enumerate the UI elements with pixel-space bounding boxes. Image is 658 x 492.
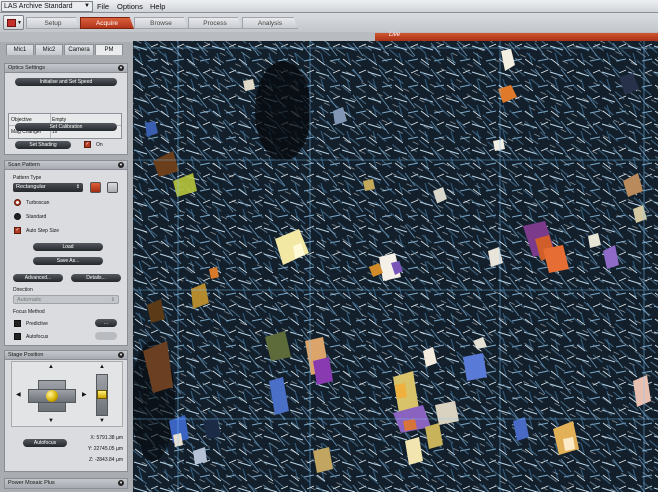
tab-process[interactable]: Process (188, 17, 242, 29)
tab-analysis[interactable]: Analysis (242, 17, 298, 29)
load-button[interactable]: Load (33, 243, 103, 251)
menu-help[interactable]: Help (150, 1, 165, 12)
power-mosaic-header[interactable]: Power Mosaic Plus ▼ (5, 479, 127, 488)
tab-mic2[interactable]: Mic2 (35, 44, 63, 55)
arrow-right-icon[interactable]: ▶ (82, 391, 87, 398)
microscope-image (133, 41, 658, 492)
pattern-type-label: Pattern Type (13, 175, 42, 181)
optics-settings-section: Optics Settings ▼ Initialise and Set Spe… (4, 63, 128, 155)
application-title: LAS Archive Standard (4, 3, 73, 10)
turboscan-label: Turboscan (26, 200, 50, 206)
arrow-down-icon[interactable]: ▼ (48, 418, 54, 424)
collapse-circle-icon[interactable]: ▼ (118, 480, 124, 486)
autofocus-options-button (95, 332, 117, 340)
autofocus-label: Autofocus (26, 334, 49, 340)
autofocus-checkbox[interactable] (14, 333, 21, 340)
optics-settings-title: Optics Settings (8, 65, 45, 71)
optics-settings-header[interactable]: Optics Settings ▼ (5, 64, 127, 73)
stage-x-coordinate: X: 5791.38 µm (90, 435, 123, 441)
details-button[interactable]: Details... (71, 274, 121, 282)
menu-bar: LAS Archive Standard ▼ File Options Help (0, 0, 658, 13)
chevron-down-icon: ⇕ (75, 184, 80, 190)
save-as-button[interactable]: Save As... (33, 257, 103, 265)
z-up-icon[interactable]: ▲ (99, 364, 105, 370)
live-label: Live (389, 32, 401, 38)
advanced-button[interactable]: Advanced... (13, 274, 63, 282)
tab-mic1[interactable]: Mic1 (6, 44, 34, 55)
pattern-list-icon[interactable] (107, 182, 118, 193)
power-mosaic-section: Power Mosaic Plus ▼ (4, 478, 128, 489)
direction-label: Direction (13, 287, 33, 293)
pattern-type-value: Rectangular (16, 184, 46, 190)
predictive-label: Predictive (26, 321, 48, 327)
application-icon (7, 19, 16, 27)
turboscan-radio[interactable] (14, 199, 21, 206)
initialise-speed-button[interactable]: Initialise and Set Speed (15, 78, 117, 86)
workflow-tab-bar: ▼ Setup Acquire Browse Process Analysis (0, 13, 658, 32)
stage-joystick-area: ▲ ▼ ◀ ▶ ▲ ▼ (11, 361, 123, 427)
predictive-checkbox[interactable] (14, 320, 21, 327)
shading-on-checkbox[interactable]: ✓ (84, 141, 91, 148)
pattern-grid-icon[interactable] (90, 182, 101, 193)
tab-acquire[interactable]: Acquire (80, 17, 134, 29)
chevron-down-icon: ▼ (84, 3, 90, 9)
auto-step-size-label: Auto Step Size (26, 228, 60, 234)
arrow-left-icon[interactable]: ◀ (16, 391, 21, 398)
menu-options[interactable]: Options (117, 1, 143, 12)
scan-pattern-section: Scan Pattern ▼ Pattern Type Rectangular … (4, 160, 128, 346)
z-down-icon[interactable]: ▼ (99, 418, 105, 424)
standard-label: Standard (26, 214, 47, 220)
arrow-up-icon[interactable]: ▲ (48, 364, 54, 370)
tab-setup[interactable]: Setup (26, 17, 80, 29)
scan-pattern-title: Scan Pattern (8, 162, 40, 168)
app-menu-button[interactable]: ▼ (3, 15, 24, 30)
predictive-options-button[interactable]: ... (95, 319, 117, 327)
direction-value: Automatic (17, 297, 42, 303)
application-selector[interactable]: LAS Archive Standard ▼ (1, 1, 93, 12)
autofocus-button[interactable]: Autofocus (23, 439, 67, 447)
set-shading-button[interactable]: Set Shading (15, 141, 71, 149)
focus-method-label: Focus Method (13, 309, 45, 315)
stage-position-header[interactable]: Stage Position ▼ (5, 351, 127, 360)
live-image-viewer[interactable] (133, 41, 658, 492)
direction-select: Automatic ⇕ (13, 295, 119, 304)
tab-camera[interactable]: Camera (64, 44, 94, 55)
menu-file[interactable]: File (97, 1, 109, 12)
stage-position-section: Stage Position ▼ ▲ ▼ ◀ ▶ ▲ ▼ Autofocus X… (4, 350, 128, 472)
shading-on-label: On (96, 142, 103, 148)
tab-pm[interactable]: PM (95, 44, 123, 55)
tab-browse[interactable]: Browse (134, 17, 188, 29)
stage-position-title: Stage Position (8, 352, 44, 358)
standard-radio[interactable] (14, 213, 21, 220)
auto-step-size-checkbox[interactable]: ✓ (14, 227, 21, 234)
live-indicator-bar: Live (375, 32, 658, 41)
set-calibration-button[interactable]: Set Calibration (15, 123, 117, 131)
scan-pattern-header[interactable]: Scan Pattern ▼ (5, 161, 127, 170)
chevron-down-icon: ⇕ (110, 297, 115, 303)
chevron-down-icon: ▼ (17, 20, 22, 26)
stage-z-coordinate: Z: -2843.84 µm (88, 457, 123, 463)
collapse-circle-icon[interactable]: ▼ (118, 162, 124, 168)
power-mosaic-title: Power Mosaic Plus (8, 480, 55, 486)
xy-joystick-knob[interactable] (46, 390, 58, 402)
left-control-panel: Mic1 Mic2 Camera PM Optics Settings ▼ In… (0, 42, 133, 492)
collapse-circle-icon[interactable]: ▼ (118, 352, 124, 358)
pattern-type-select[interactable]: Rectangular ⇕ (13, 183, 83, 192)
collapse-circle-icon[interactable]: ▼ (118, 65, 124, 71)
z-slider-knob[interactable] (97, 390, 107, 399)
stage-y-coordinate: Y: 22745.05 µm (87, 446, 123, 452)
